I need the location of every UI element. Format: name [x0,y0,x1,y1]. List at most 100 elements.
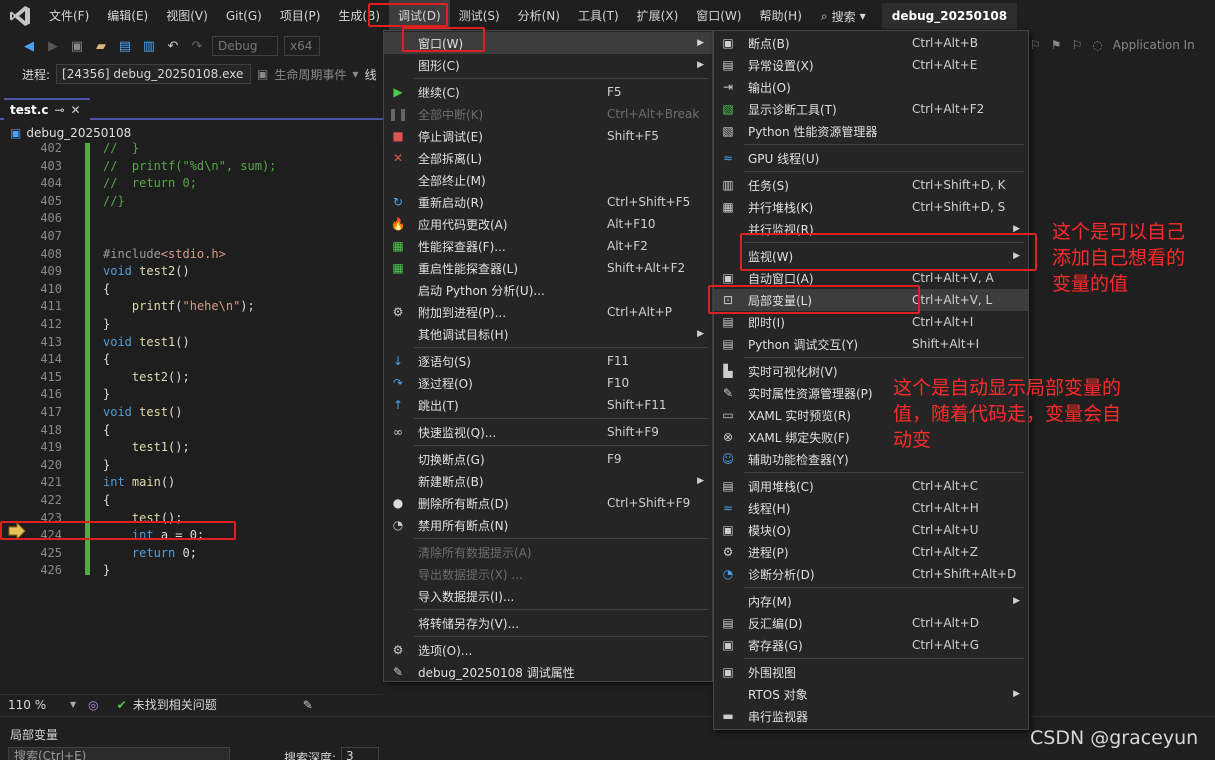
bookmark-icon[interactable]: ⚐ [1030,38,1041,52]
menu-item[interactable]: 编辑(E) [98,0,157,32]
menu-item[interactable]: 内存(M) ▶ [714,590,1028,612]
search-depth-select[interactable]: 3 [341,747,379,760]
menu-item[interactable]: 窗口(W) [687,0,750,32]
code-token: ( [175,299,183,314]
menu-item[interactable]: ▤ Python 调试交互(Y) Shift+Alt+I [714,333,1028,355]
save-icon[interactable]: ▤ [116,37,134,55]
menu-item[interactable]: ◔ 禁用所有断点(N) [384,514,712,536]
line-number: 416 [40,387,62,402]
code-line: 408 #include<stdio.h> [0,246,383,264]
close-icon[interactable]: ✕ [71,103,81,117]
menu-item[interactable]: 其他调试目标(H) ▶ [384,323,712,345]
code-token: () [175,334,190,349]
menu-item[interactable]: ≈ GPU 线程(U) [714,147,1028,169]
menu-item[interactable]: ▤ 反汇编(D) Ctrl+Alt+D [714,612,1028,634]
save-all-icon[interactable]: ▥ [140,37,158,55]
bookmark-next-icon[interactable]: ⚑ [1051,38,1062,52]
menu-item[interactable]: ✎ debug_20250108 调试属性 [384,661,712,683]
tasks-icon: ▥ [722,178,734,192]
menu-item[interactable]: ▶ 继续(C) F5 [384,81,712,103]
menu-item[interactable]: 启动 Python 分析(U)... [384,279,712,301]
code-line: 413 void test1() [0,334,383,352]
chevron-down-icon[interactable]: ▼ [70,700,76,709]
process-select[interactable]: [24356] debug_20250108.exe [56,64,252,84]
xaml-preview-icon: ▭ [722,408,734,422]
open-folder-icon[interactable]: ▰ [92,37,110,55]
pin-icon[interactable]: ⊸ [54,103,64,117]
code-editor[interactable]: 402 // } 403 // printf("%d\n", sum); 404 // r… [0,141,383,693]
menu-item[interactable]: 切换断点(G) F9 [384,448,712,470]
line-number: 425 [40,545,62,560]
application-insights-label[interactable]: Application In [1113,38,1195,52]
menu-item[interactable]: ▦ 性能探查器(F)... Alt+F2 [384,235,712,257]
chevron-down-icon: ▼ [352,69,359,79]
menu-item[interactable]: ✕ 全部拆离(L) [384,147,712,169]
menu-item[interactable]: 导入数据提示(I)... [384,585,712,607]
menu-item[interactable]: 工具(T) [569,0,628,32]
menu-item[interactable]: 文件(F) [40,0,98,32]
issues-status[interactable]: 未找到相关问题 [133,696,217,713]
search-box[interactable]: ⌕ 搜索 ▼ [811,0,876,32]
menu-item[interactable]: ▦ 重启性能探查器(L) Shift+Alt+F2 [384,257,712,279]
menu-item[interactable]: 项目(P) [271,0,330,32]
tab-test-c[interactable]: test.c ⊸ ✕ [4,98,90,120]
menu-item[interactable]: ◔ 诊断分析(D) Ctrl+Shift+Alt+D [714,563,1028,585]
menu-item[interactable]: ❚❚ 全部中断(K) Ctrl+Alt+Break [384,103,712,125]
lifecycle-label[interactable]: 生命周期事件 [274,66,346,83]
menu-item[interactable]: ▣ 模块(O) Ctrl+Alt+U [714,519,1028,541]
copilot-icon[interactable]: ◎ [88,698,98,712]
menu-item[interactable]: 视图(V) [157,0,217,32]
menu-item[interactable]: ▧ Python 性能资源管理器 [714,120,1028,142]
configuration-select[interactable]: Debug [212,36,278,56]
undo-icon[interactable]: ↶ [164,37,182,55]
menu-item[interactable]: ▤ 即时(I) Ctrl+Alt+I [714,311,1028,333]
menu-item[interactable]: 帮助(H) [751,0,811,32]
menu-item[interactable]: ⚙ 附加到进程(P)... Ctrl+Alt+P [384,301,712,323]
menu-item[interactable]: ⚙ 进程(P) Ctrl+Alt+Z [714,541,1028,563]
menu-item[interactable]: 清除所有数据提示(A) [384,541,712,563]
visual-studio-logo-icon[interactable] [0,0,40,32]
menu-item[interactable]: 分析(N) [509,0,569,32]
platform-select[interactable]: x64 [284,36,320,56]
back-icon[interactable]: ◀ [20,37,38,55]
menu-item[interactable]: ▣ 断点(B) Ctrl+Alt+B [714,32,1028,54]
menu-item[interactable]: 全部终止(M) [384,169,712,191]
menu-item[interactable]: ● 删除所有断点(D) Ctrl+Shift+F9 [384,492,712,514]
menu-item[interactable]: 扩展(X) [628,0,688,32]
menu-item[interactable]: 图形(C) ▶ [384,54,712,76]
redo-icon[interactable]: ↷ [188,37,206,55]
menu-item[interactable]: ↻ 重新启动(R) Ctrl+Shift+F5 [384,191,712,213]
application-insights-icon[interactable]: ◌ [1092,38,1102,52]
menu-item[interactable]: ▧ 显示诊断工具(T) Ctrl+Alt+F2 [714,98,1028,120]
new-project-icon[interactable]: ▣ [68,37,86,55]
menu-item[interactable]: ∞ 快速监视(Q)... Shift+F9 [384,421,712,443]
menu-item[interactable]: ■ 停止调试(E) Shift+F5 [384,125,712,147]
menu-item[interactable]: ↓ 逐语句(S) F11 [384,350,712,372]
menu-item[interactable]: ▥ 任务(S) Ctrl+Shift+D, K [714,174,1028,196]
menu-item[interactable]: ▬ 串行监视器 [714,705,1028,727]
menu-item[interactable]: ≈ 线程(H) Ctrl+Alt+H [714,497,1028,519]
peripheral-icon: ▣ [722,665,734,679]
menu-item[interactable]: 新建断点(B) ▶ [384,470,712,492]
menu-item[interactable]: ▣ 寄存器(G) Ctrl+Alt+G [714,634,1028,656]
menu-item[interactable]: ↑ 跳出(T) Shift+F11 [384,394,712,416]
menu-item[interactable]: ⇥ 输出(O) [714,76,1028,98]
menu-item[interactable]: ↷ 逐过程(O) F10 [384,372,712,394]
menu-item[interactable]: RTOS 对象 ▶ [714,683,1028,705]
locals-search-input[interactable]: 搜索(Ctrl+E) [8,747,230,760]
bookmark-clear-icon[interactable]: ⚐ [1072,38,1083,52]
menu-item-label: 导入数据提示(I)... [418,589,515,604]
forward-icon[interactable]: ▶ [44,37,62,55]
zoom-level[interactable]: 110 % [8,698,64,712]
code-line: 405 //} [0,193,383,211]
menu-item[interactable]: Git(G) [217,0,271,32]
menu-item[interactable]: ▣ 外围视图 [714,661,1028,683]
menu-item[interactable]: ⚙ 选项(O)... [384,639,712,661]
brush-icon[interactable]: ✎ [303,698,313,712]
menu-item[interactable]: ▤ 异常设置(X) Ctrl+Alt+E [714,54,1028,76]
menu-item[interactable]: 🔥 应用代码更改(A) Alt+F10 [384,213,712,235]
menu-item[interactable]: ▦ 并行堆栈(K) Ctrl+Shift+D, S [714,196,1028,218]
menu-item[interactable]: ▤ 调用堆栈(C) Ctrl+Alt+C [714,475,1028,497]
menu-item[interactable]: 将转储另存为(V)... [384,612,712,634]
menu-item[interactable]: 导出数据提示(X) ... [384,563,712,585]
